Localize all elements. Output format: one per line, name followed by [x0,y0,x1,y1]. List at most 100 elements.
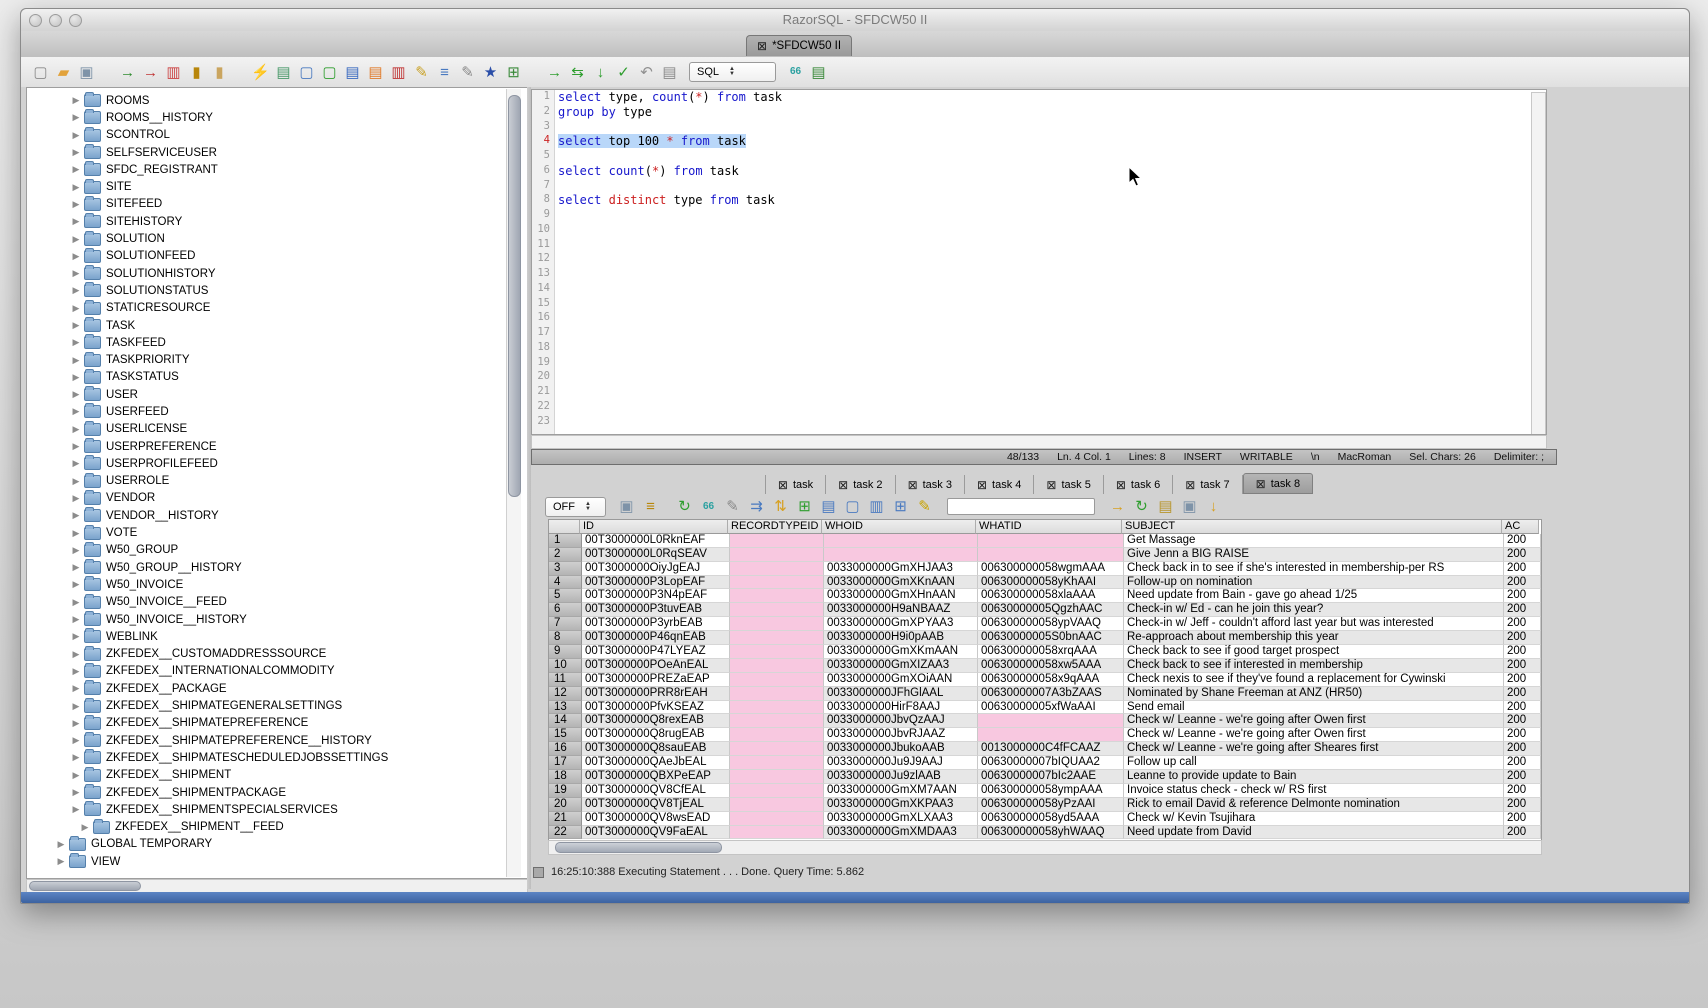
disclosure-triangle-icon[interactable]: ▶ [70,770,82,781]
go-icon[interactable]: → [1108,497,1127,516]
disclosure-triangle-icon[interactable]: ▶ [70,216,82,227]
code-line[interactable] [558,400,1546,415]
save-grid-icon[interactable]: ▣ [1180,497,1199,516]
data-cell[interactable]: 00630000005S0bnAAC [978,631,1124,645]
disclosure-triangle-icon[interactable]: ▶ [70,666,82,677]
data-cell[interactable]: 200 [1504,562,1541,576]
data-cell[interactable]: 200 [1504,673,1541,687]
data-cell[interactable]: Re-approach about membership this year [1124,631,1504,645]
data-cell[interactable]: 00T3000000L0RqSEAV [582,548,730,562]
results-grid[interactable]: IDRECORDTYPEIDWHOIDWHATIDSUBJECTAC100T30… [548,519,1542,841]
data-cell[interactable]: 200 [1504,645,1541,659]
rollback-icon[interactable]: ↶ [637,63,656,82]
result-tab-task-4[interactable]: ⊠task 4 [965,475,1034,494]
disclosure-triangle-icon[interactable]: ▶ [70,476,82,487]
data-cell[interactable] [730,812,824,826]
disclosure-triangle-icon[interactable]: ▶ [70,649,82,660]
download-icon[interactable]: ↓ [1204,497,1223,516]
disclosure-triangle-icon[interactable]: ▶ [70,528,82,539]
data-cell[interactable]: 200 [1504,742,1541,756]
row-number-cell[interactable]: 11 [549,673,582,687]
code-line[interactable] [558,356,1546,371]
code-line[interactable] [558,311,1546,326]
execute-icon[interactable]: → [545,63,564,82]
data-cell[interactable]: Check w/ Kevin Tsujihara [1124,812,1504,826]
column-header-AC[interactable]: AC [1502,520,1539,534]
table-row[interactable]: 1400T3000000Q8rexEAB0033000000JbvQzAAJCh… [549,714,1541,728]
data-cell[interactable]: 006300000058xrqAAA [978,645,1124,659]
data-cell[interactable]: 200 [1504,603,1541,617]
export-page-icon[interactable]: ▢ [297,63,316,82]
data-cell[interactable]: 00T3000000Q8sauEAB [582,742,730,756]
data-cell[interactable] [978,728,1124,742]
view-row-icon[interactable]: 66 [699,497,718,516]
commit-icon[interactable]: ✓ [614,63,633,82]
tree-item-w50_group[interactable]: ▶W50_GROUP [27,542,527,559]
code-line[interactable]: select count(*) from task [558,164,1546,179]
table-row[interactable]: 300T3000000OiyJgEAJ0033000000GmXHJAA3006… [549,562,1541,576]
data-cell[interactable]: 00T3000000PRR8rEAH [582,687,730,701]
data-cell[interactable] [730,687,824,701]
row-number-cell[interactable]: 20 [549,798,582,812]
data-cell[interactable]: 0033000000GmXHnAAN [824,589,978,603]
code-line[interactable] [558,370,1546,385]
tree-item-zkfedex__shipmatescheduledjobssettings[interactable]: ▶ZKFEDEX__SHIPMATESCHEDULEDJOBSSETTINGS [27,749,527,766]
disclosure-triangle-icon[interactable]: ▶ [70,355,82,366]
table-row[interactable]: 1100T3000000PREZaEAP0033000000GmXOiAAN00… [549,673,1541,687]
data-cell[interactable]: Send email [1124,701,1504,715]
tree-item-taskstatus[interactable]: ▶TASKSTATUS [27,369,527,386]
table-row[interactable]: 1800T3000000QBXPeEAP0033000000Ju9zlAAB00… [549,770,1541,784]
code-line[interactable]: select type, count(*) from task [558,90,1546,105]
data-cell[interactable]: 0033000000GmXHJAA3 [824,562,978,576]
disclosure-triangle-icon[interactable]: ▶ [70,389,82,400]
data-cell[interactable]: 00T3000000POeAnEAL [582,659,730,673]
data-cell[interactable]: Follow-up on nomination [1124,576,1504,590]
column-header-WHOID[interactable]: WHOID [822,520,976,534]
disclosure-triangle-icon[interactable]: ▶ [70,130,82,141]
data-cell[interactable]: Give Jenn a BIG RAISE [1124,548,1504,562]
edit-cell-icon[interactable]: ✎ [723,497,742,516]
data-cell[interactable]: 200 [1504,798,1541,812]
results-list-icon[interactable]: ▤ [809,63,828,82]
data-cell[interactable]: Need update from Bain - gave go ahead 1/… [1124,589,1504,603]
tree-item-site[interactable]: ▶SITE [27,178,527,195]
tree-item-solutionfeed[interactable]: ▶SOLUTIONFEED [27,248,527,265]
data-cell[interactable] [978,714,1124,728]
result-tab-task-5[interactable]: ⊠task 5 [1034,475,1103,494]
data-cell[interactable]: 00630000007bIQUAA2 [978,756,1124,770]
data-cell[interactable]: 00630000007bIc2AAE [978,770,1124,784]
disclosure-triangle-icon[interactable]: ▶ [70,510,82,521]
database-tree-panel[interactable]: ▶ROOMS▶ROOMS__HISTORY▶SCONTROL▶SELFSERVI… [26,87,528,879]
tree-item-userfeed[interactable]: ▶USERFEED [27,403,527,420]
tree-vertical-scrollbar[interactable] [506,89,521,877]
disclosure-triangle-icon[interactable]: ▶ [70,718,82,729]
tree-horizontal-scrollbar-thumb[interactable] [29,881,141,891]
row-number-cell[interactable]: 17 [549,756,582,770]
tab-close-icon[interactable]: ⊠ [1256,478,1266,490]
book-icon[interactable]: ▤ [343,63,362,82]
disclosure-triangle-icon[interactable]: ▶ [70,285,82,296]
tree-item-rooms[interactable]: ▶ROOMS [27,92,527,109]
disclosure-triangle-icon[interactable]: ▶ [70,579,82,590]
open-folder-icon[interactable]: ▰ [54,63,73,82]
row-number-cell[interactable]: 6 [549,603,582,617]
table-row[interactable]: 900T3000000P47LYEAZ0033000000GmXKmAAN006… [549,645,1541,659]
disclosure-triangle-icon[interactable]: ▶ [70,752,82,763]
data-cell[interactable]: 00T3000000PfvKSEAZ [582,701,730,715]
row-number-cell[interactable]: 18 [549,770,582,784]
data-cell[interactable]: 200 [1504,701,1541,715]
data-cell[interactable] [730,645,824,659]
disclosure-triangle-icon[interactable]: ▶ [70,182,82,193]
disclosure-triangle-icon[interactable]: ▶ [70,804,82,815]
result-tab-task[interactable]: ⊠task [765,475,826,494]
data-cell[interactable]: 0033000000JbukoAAB [824,742,978,756]
data-cell[interactable]: 006300000058xlaAAA [978,589,1124,603]
row-number-cell[interactable]: 9 [549,645,582,659]
data-cell[interactable] [730,631,824,645]
data-cell[interactable]: Rick to email David & reference Delmonte… [1124,798,1504,812]
tab-close-icon[interactable]: ⊠ [908,479,918,491]
table-row[interactable]: 700T3000000P3yrbEAB0033000000GmXPYAA3006… [549,617,1541,631]
refresh-icon[interactable]: ↻ [675,497,694,516]
result-tab-task-6[interactable]: ⊠task 6 [1104,475,1173,494]
tree-item-zkfedex__shipmentspecialservices[interactable]: ▶ZKFEDEX__SHIPMENTSPECIALSERVICES [27,801,527,818]
